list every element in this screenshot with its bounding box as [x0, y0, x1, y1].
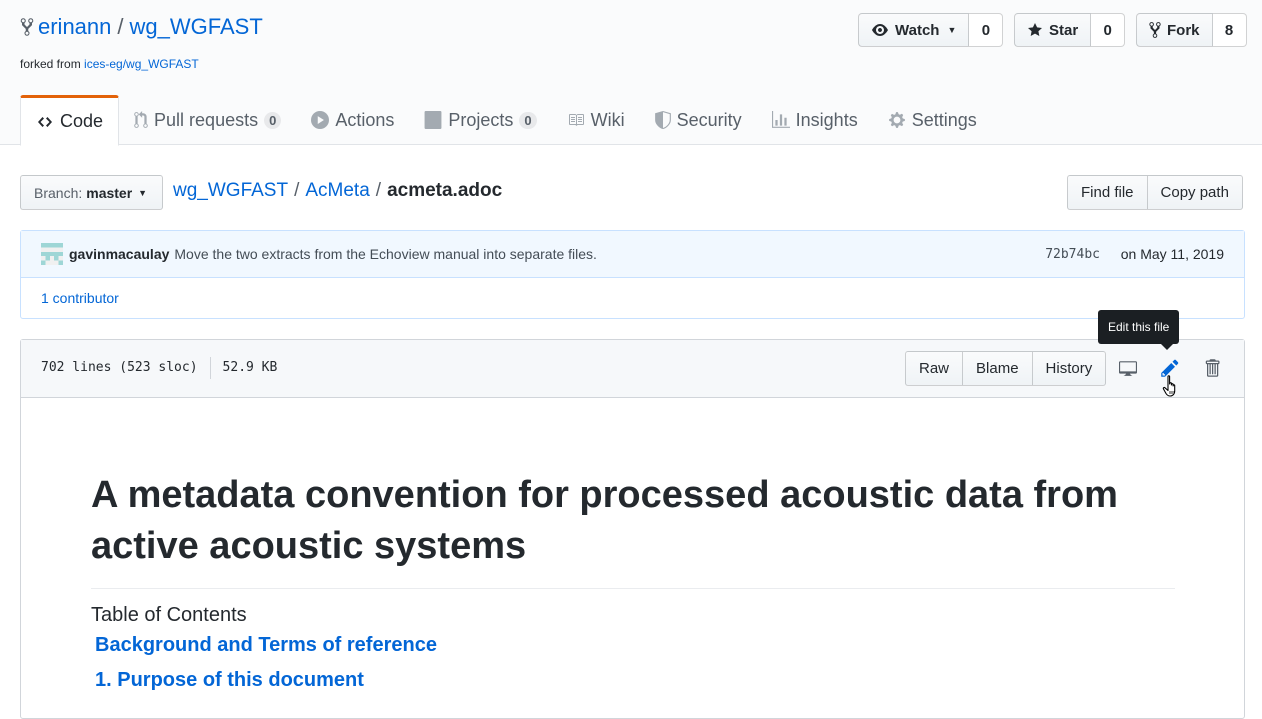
branch-name: master	[86, 184, 133, 201]
forked-source-link[interactable]: ices-eg/wg_WGFAST	[84, 57, 199, 71]
file-size: 52.9 KB	[222, 360, 278, 375]
shield-icon	[654, 111, 671, 129]
repo-nav-tabs: Code Pull requests 0 Actions Projects 0	[20, 95, 992, 146]
copy-path-button[interactable]: Copy path	[1147, 175, 1243, 210]
tab-security[interactable]: Security	[640, 95, 757, 145]
watch-label: Watch	[895, 21, 940, 39]
repo-header: erinann / wg_WGFAST forked from ices-eg/…	[0, 0, 1262, 146]
commit-date: on May 11, 2019	[1120, 246, 1224, 262]
breadcrumb-separator: /	[294, 180, 300, 201]
tab-security-label: Security	[676, 109, 742, 130]
tab-settings-label: Settings	[911, 109, 977, 130]
breadcrumb-repo-link[interactable]: wg_WGFAST	[173, 180, 288, 202]
fork-count[interactable]: 8	[1212, 13, 1247, 47]
repo-title-separator: /	[117, 14, 124, 39]
tab-insights-label: Insights	[795, 109, 858, 130]
fork-button[interactable]: Fork	[1136, 13, 1213, 47]
star-group: Star 0	[1014, 13, 1126, 47]
tab-pull-requests[interactable]: Pull requests 0	[119, 95, 296, 145]
star-count[interactable]: 0	[1091, 13, 1126, 47]
repo-name-link[interactable]: wg_WGFAST	[130, 14, 263, 40]
tab-projects-label: Projects	[448, 109, 514, 130]
tab-actions[interactable]: Actions	[296, 95, 409, 145]
forked-from-prefix: forked from	[20, 57, 81, 71]
fork-group: Fork 8	[1136, 13, 1247, 47]
repo-title: erinann / wg_WGFAST	[20, 14, 263, 40]
star-button[interactable]: Star	[1014, 13, 1092, 47]
toc-link[interactable]: Background and Terms of reference	[95, 634, 437, 657]
edit-file-tooltip: Edit this file	[1098, 310, 1180, 350]
play-icon	[311, 111, 330, 129]
watch-count[interactable]: 0	[969, 13, 1004, 47]
avatar[interactable]	[41, 243, 63, 265]
commit-tease: gavinmacaulay Move the two extracts from…	[21, 231, 1244, 278]
star-icon	[1027, 22, 1043, 38]
eye-icon	[871, 22, 889, 38]
hand-cursor-icon	[1162, 374, 1182, 401]
breadcrumb: wg_WGFAST / AcMeta / acmeta.adoc	[173, 180, 502, 202]
find-file-button[interactable]: Find file	[1067, 175, 1148, 210]
file-header: 702 lines (523 sloc) 52.9 KB Raw Blame H…	[21, 340, 1244, 398]
raw-button[interactable]: Raw	[905, 351, 964, 386]
file-info-divider	[209, 357, 211, 379]
code-icon	[36, 114, 54, 130]
gear-icon	[888, 111, 906, 129]
commit-author-link[interactable]: gavinmacaulay	[69, 246, 169, 262]
tab-wiki-label: Wiki	[590, 109, 625, 130]
blame-button[interactable]: Blame	[963, 351, 1033, 386]
chevron-down-icon: ▼	[138, 187, 148, 198]
tab-insights[interactable]: Insights	[757, 95, 873, 145]
tab-wiki[interactable]: Wiki	[552, 95, 640, 145]
watch-button[interactable]: Watch ▼	[858, 13, 970, 47]
graph-icon	[771, 111, 790, 129]
tab-actions-label: Actions	[335, 109, 395, 130]
breadcrumb-separator: /	[375, 180, 382, 201]
fork-icon	[1149, 21, 1161, 39]
chevron-down-icon: ▼	[947, 25, 957, 35]
breadcrumb-folder-link[interactable]: AcMeta	[305, 180, 369, 202]
history-button[interactable]: History	[1032, 351, 1107, 386]
watch-group: Watch ▼ 0	[858, 13, 1004, 47]
forked-from: forked from ices-eg/wg_WGFAST	[20, 57, 199, 71]
commit-sha-link[interactable]: 72b74bc	[1045, 247, 1100, 262]
tab-settings[interactable]: Settings	[873, 95, 992, 145]
file-lines: 702 lines (523 sloc)	[41, 360, 198, 375]
tab-code-label: Code	[60, 111, 104, 131]
file-info: 702 lines (523 sloc) 52.9 KB	[41, 357, 278, 379]
tab-pull-requests-label: Pull requests	[154, 109, 259, 130]
document-title: A metadata convention for processed acou…	[91, 470, 1175, 589]
commit-message-link[interactable]: Move the two extracts from the Echoview …	[174, 246, 597, 262]
latest-commit-box: gavinmacaulay Move the two extracts from…	[20, 230, 1245, 319]
projects-count: 0	[519, 111, 537, 129]
tab-projects[interactable]: Projects 0	[409, 95, 551, 145]
tab-code[interactable]: Code	[20, 95, 120, 146]
contributors-link[interactable]: 1 contributor	[41, 290, 119, 306]
desktop-icon[interactable]	[1117, 357, 1139, 379]
file-nav-buttons: Find file Copy path	[1067, 175, 1243, 210]
star-label: Star	[1049, 21, 1079, 39]
branch-prefix: Branch:	[34, 184, 83, 201]
breadcrumb-current-file: acmeta.adoc	[387, 180, 503, 201]
fork-label: Fork	[1167, 21, 1200, 39]
book-icon	[567, 112, 585, 128]
toc-label: Table of Contents	[91, 604, 247, 626]
pull-request-icon	[134, 111, 148, 129]
contributors-row: 1 contributor	[21, 278, 1244, 306]
repo-owner-link[interactable]: erinann	[38, 14, 111, 40]
branch-selector[interactable]: Branch: master ▼	[20, 175, 163, 210]
pull-requests-count: 0	[264, 111, 282, 129]
file-actions: Raw Blame History	[905, 351, 1107, 386]
repo-forked-icon	[20, 17, 34, 37]
project-icon	[424, 111, 442, 129]
trash-icon[interactable]	[1201, 357, 1223, 379]
toc-link[interactable]: 1. Purpose of this document	[95, 669, 364, 692]
